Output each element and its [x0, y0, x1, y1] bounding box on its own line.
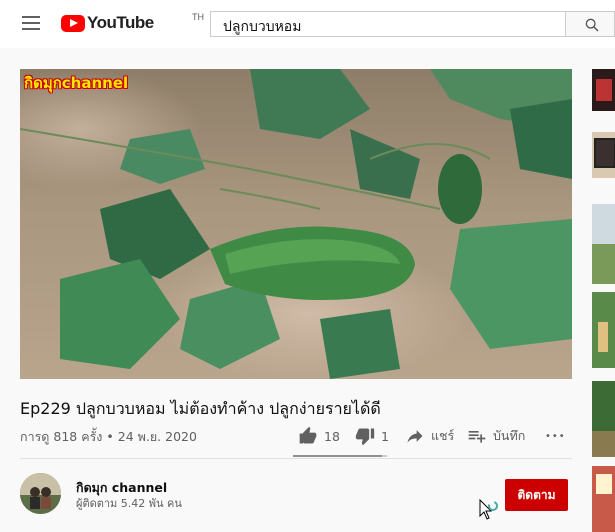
like-button[interactable]: 18 [298, 424, 340, 448]
logo-text: YouTube [87, 13, 154, 32]
recommended-thumbnail[interactable] [592, 132, 615, 178]
masthead: YouTube TH ปลูกบวบหอม [0, 0, 615, 48]
recommended-thumbnail[interactable] [592, 69, 615, 111]
dislike-count: 1 [381, 428, 389, 444]
subscriber-count: ผู้ติดตาม 5.42 พัน คน [76, 497, 182, 510]
channel-avatar[interactable] [20, 473, 61, 514]
thumbs-up-icon [299, 426, 317, 444]
video-title: Ep229 ปลูกบวบหอม ไม่ต้องทำค้าง ปลูกง่ายร… [20, 399, 381, 418]
video-player[interactable]: กิดมุกchannel [20, 69, 572, 379]
search-query-text: ปลูกบวบหอม [223, 19, 302, 35]
share-icon [407, 430, 423, 443]
video-frame-image [20, 69, 572, 379]
sentiment-bar [293, 455, 387, 457]
meta-separator: • [106, 429, 114, 444]
subscribe-button[interactable]: ติดตาม [505, 479, 568, 511]
recommended-thumbnail[interactable] [592, 292, 615, 368]
video-meta: การดู 818 ครั้ง • 24 พ.ย. 2020 [20, 427, 197, 447]
mouse-cursor-icon [479, 499, 498, 520]
dislike-button[interactable]: 1 [355, 424, 389, 448]
recommended-thumbnail[interactable] [592, 381, 615, 457]
hamburger-menu-icon[interactable] [22, 16, 40, 30]
search-button[interactable] [565, 11, 615, 37]
recommended-thumbnail[interactable] [592, 204, 615, 284]
like-count: 18 [324, 428, 340, 444]
search-input[interactable]: ปลูกบวบหอม [210, 11, 565, 37]
publish-date: 24 พ.ย. 2020 [117, 429, 197, 444]
logo-region-code: TH [192, 12, 204, 22]
thumbs-down-icon [355, 428, 375, 446]
sentiment-bar-fill [293, 455, 383, 457]
recommended-thumbnail[interactable] [592, 466, 615, 532]
save-button[interactable]: บันทึก [467, 424, 525, 448]
share-label: แชร์ [431, 428, 455, 443]
search-icon [585, 18, 599, 32]
divider [20, 458, 572, 459]
save-label: บันทึก [493, 428, 526, 443]
more-icon: ••• [545, 430, 566, 442]
youtube-play-icon [61, 15, 85, 32]
share-button[interactable]: แชร์ [405, 424, 454, 448]
channel-watermark: กิดมุกchannel [24, 74, 129, 92]
view-count: การดู 818 ครั้ง [20, 429, 103, 444]
more-actions-button[interactable]: ••• [545, 424, 566, 448]
avatar-image [20, 473, 61, 514]
playlist-add-icon [468, 431, 486, 443]
